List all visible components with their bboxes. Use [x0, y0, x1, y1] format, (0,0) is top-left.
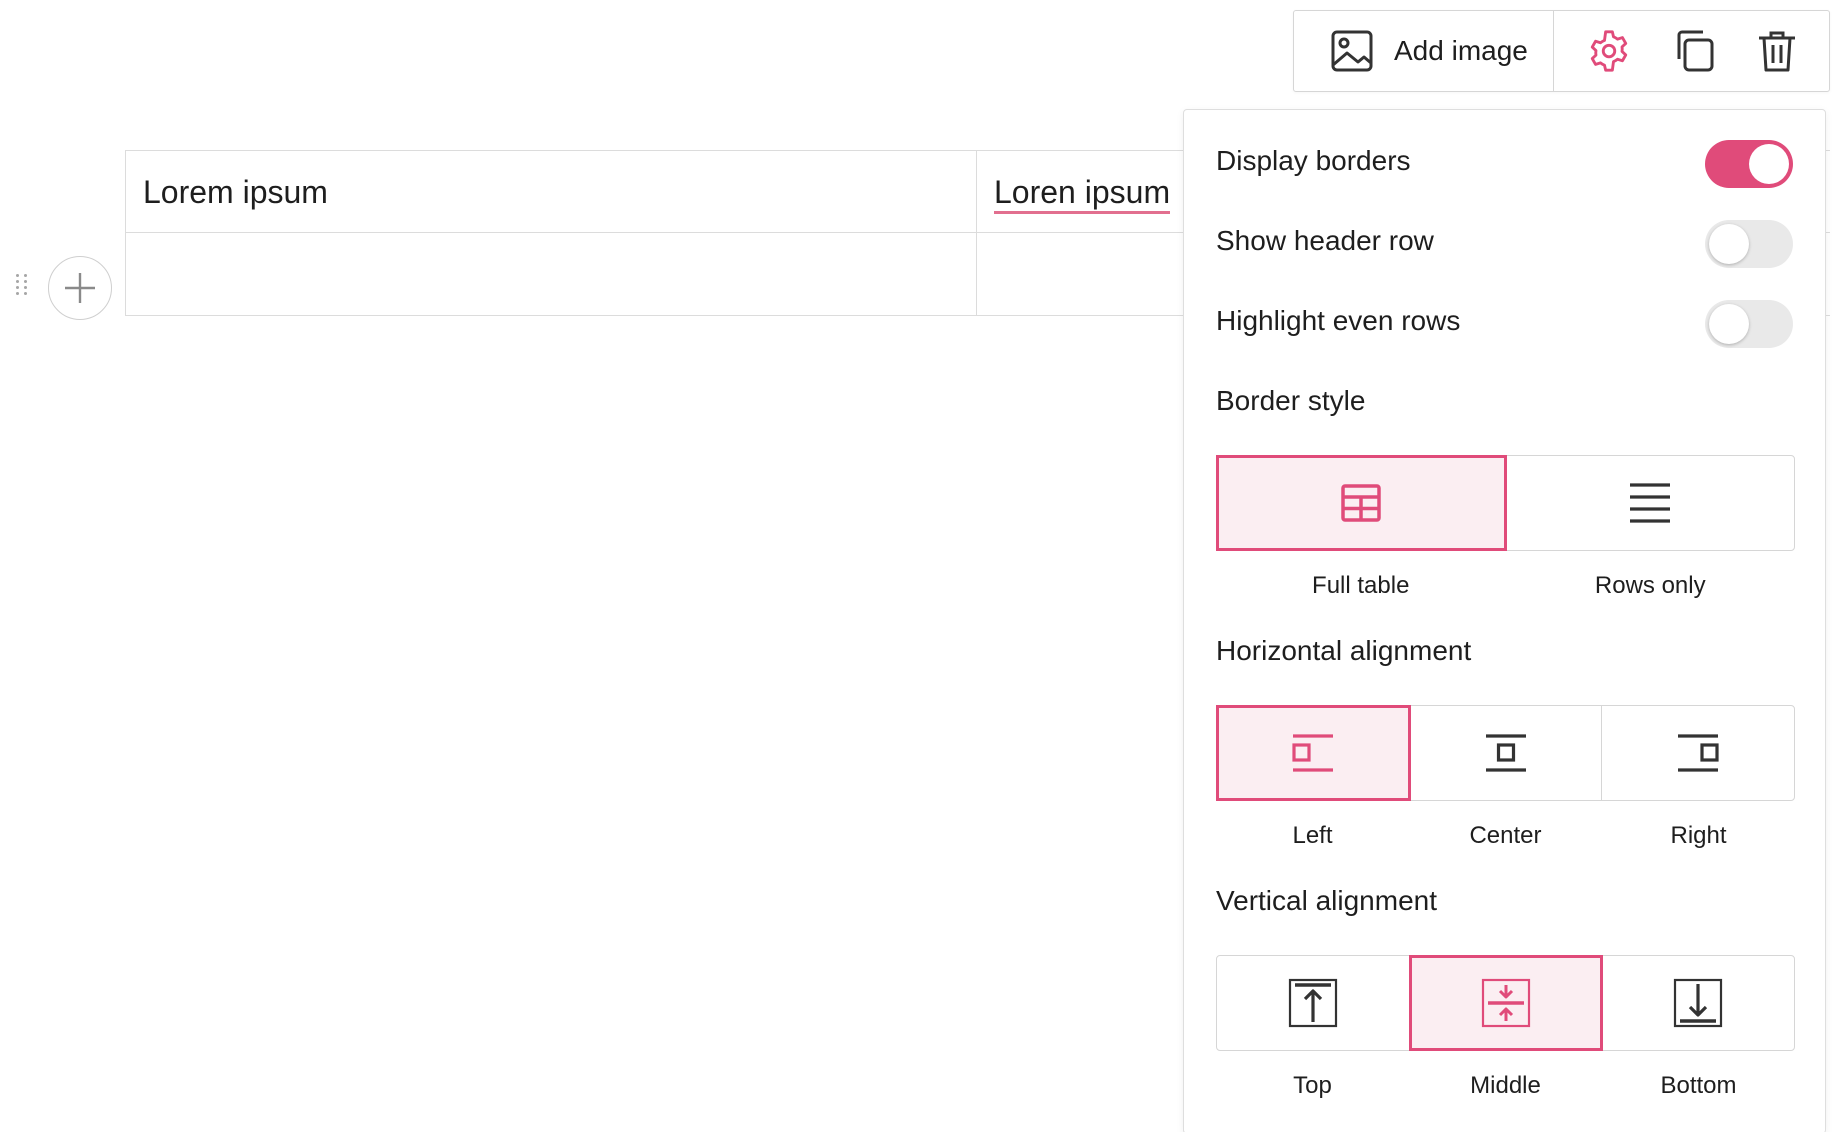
- duplicate-icon: [1677, 30, 1714, 72]
- table-cell[interactable]: [126, 233, 977, 315]
- display-borders-toggle[interactable]: [1705, 140, 1793, 188]
- image-icon: [1331, 30, 1373, 72]
- align-middle-button[interactable]: [1408, 955, 1604, 1051]
- align-center-button[interactable]: [1410, 706, 1603, 800]
- duplicate-button[interactable]: [1670, 28, 1716, 74]
- drag-handle-icon[interactable]: [16, 274, 30, 304]
- left-label: Left: [1292, 822, 1333, 849]
- horizontal-alignment-selector: [1216, 705, 1795, 801]
- vertical-alignment-title: Vertical alignment: [1216, 885, 1438, 916]
- top-label: Top: [1293, 1072, 1332, 1099]
- border-style-selector: [1216, 455, 1795, 551]
- add-image-label: Add image: [1394, 35, 1528, 66]
- align-top-icon: [1288, 978, 1337, 1028]
- align-top-button[interactable]: [1217, 956, 1410, 1050]
- block-toolbar: Add image: [1293, 10, 1830, 92]
- align-left-button[interactable]: [1216, 705, 1411, 801]
- right-label: Right: [1670, 822, 1727, 849]
- border-style-title: Border style: [1216, 385, 1366, 416]
- horizontal-alignment-title: Horizontal alignment: [1216, 635, 1472, 666]
- table-cell[interactable]: Lorem ipsum: [126, 151, 977, 232]
- full-table-label: Full table: [1312, 572, 1410, 599]
- display-borders-label: Display borders: [1216, 145, 1411, 176]
- delete-button[interactable]: [1754, 28, 1800, 74]
- table-settings-panel: Display borders Show header row Highligh…: [1183, 109, 1826, 1132]
- gear-icon: [1590, 30, 1628, 72]
- editor-canvas: Lorem ipsum Loren ipsum Add image Displa…: [0, 0, 1834, 1132]
- highlight-even-rows-toggle[interactable]: [1705, 300, 1793, 348]
- middle-label: Middle: [1470, 1072, 1541, 1099]
- align-bottom-button[interactable]: [1602, 956, 1794, 1050]
- align-right-button[interactable]: [1602, 706, 1794, 800]
- align-right-icon: [1678, 734, 1719, 772]
- grid-icon: [1341, 484, 1381, 522]
- trash-icon: [1759, 31, 1795, 72]
- border-style-full-table-button[interactable]: [1216, 455, 1507, 551]
- center-label: Center: [1469, 822, 1542, 849]
- plus-icon: [65, 273, 95, 303]
- misspelled-word: Loren ipsum: [994, 174, 1171, 214]
- align-left-icon: [1292, 734, 1333, 772]
- add-image-button[interactable]: Add image: [1294, 11, 1554, 91]
- vertical-alignment-selector: [1216, 955, 1795, 1051]
- add-block-button[interactable]: [48, 256, 112, 320]
- align-bottom-icon: [1674, 978, 1723, 1028]
- rows-icon: [1630, 483, 1670, 523]
- show-header-row-label: Show header row: [1216, 225, 1434, 256]
- settings-button[interactable]: [1586, 28, 1632, 74]
- align-center-icon: [1485, 734, 1526, 772]
- highlight-even-rows-label: Highlight even rows: [1216, 305, 1461, 336]
- border-style-rows-only-button[interactable]: [1506, 456, 1794, 550]
- align-middle-icon: [1481, 978, 1530, 1028]
- show-header-row-toggle[interactable]: [1705, 220, 1793, 268]
- rows-only-label: Rows only: [1594, 572, 1706, 599]
- bottom-label: Bottom: [1660, 1072, 1737, 1099]
